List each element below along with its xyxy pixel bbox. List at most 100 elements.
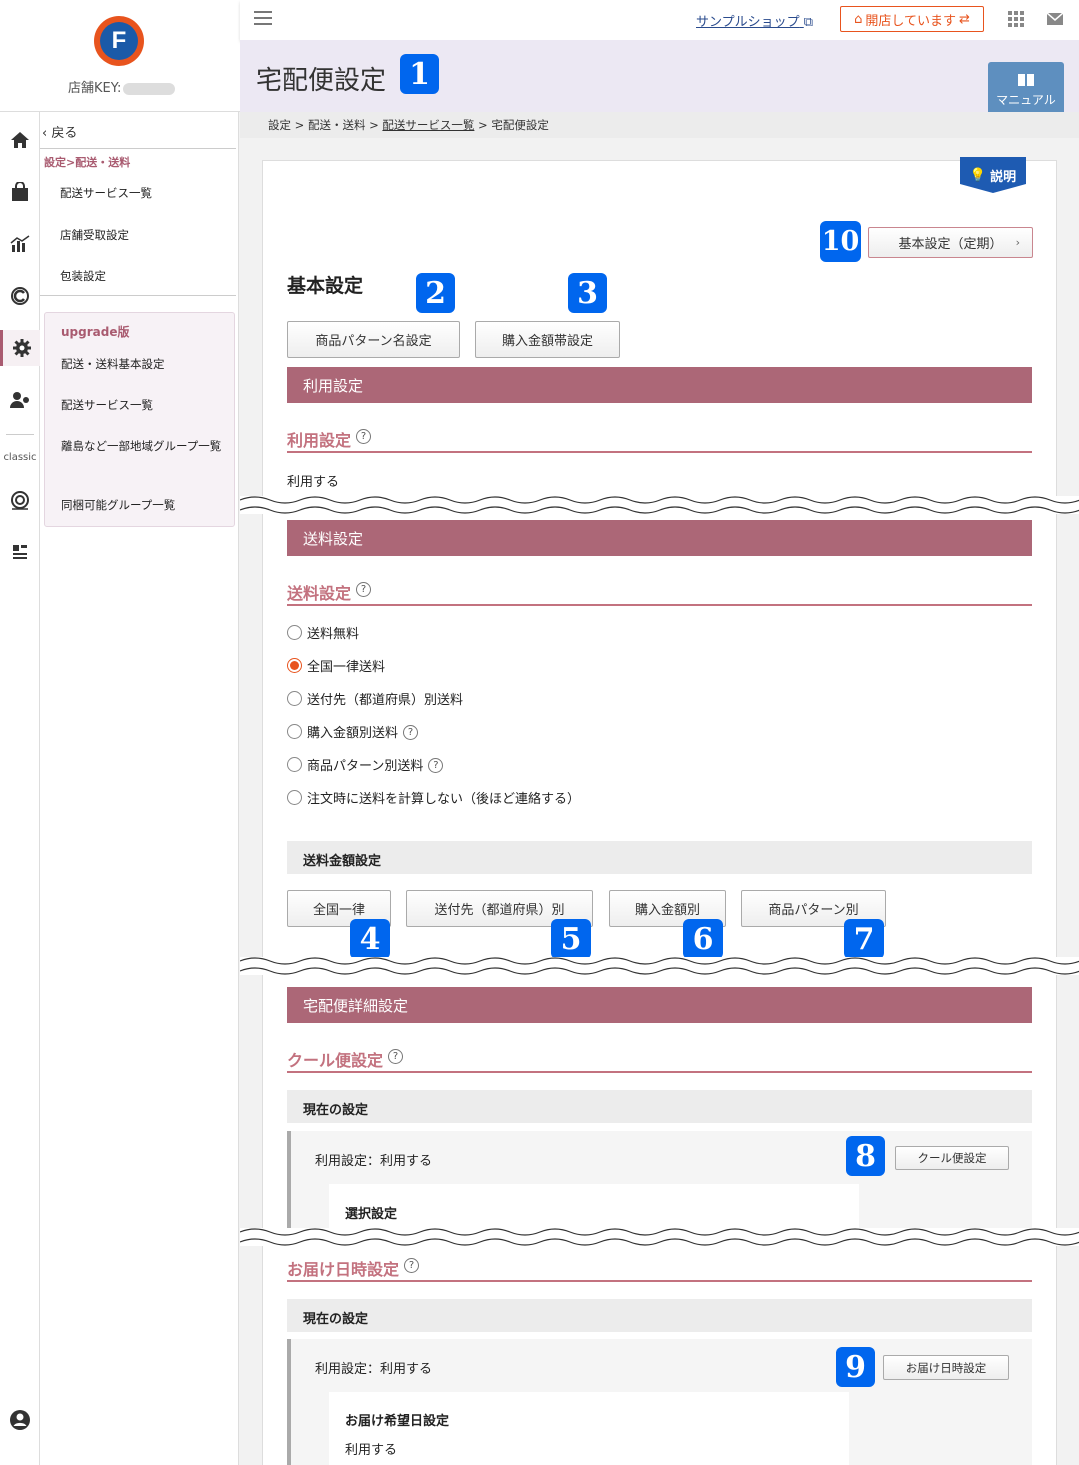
radio-circle[interactable]: [287, 757, 302, 772]
radio-circle[interactable]: [287, 625, 302, 640]
breadcrumb-shipping[interactable]: 配送・送料: [308, 118, 366, 132]
classic-label: classic: [3, 452, 37, 463]
upgrade-title: upgrade版: [61, 325, 130, 339]
apps-grid-icon[interactable]: [1008, 11, 1024, 31]
subnav-item-wrapping[interactable]: 包装設定: [60, 268, 106, 284]
icon-rail: classic: [0, 112, 40, 1465]
radio-circle[interactable]: [287, 790, 302, 805]
upgrade-item-service-list[interactable]: 配送サービス一覧: [61, 397, 229, 414]
shopping-bag-icon[interactable]: [0, 174, 40, 210]
settings-subnav: ‹ 戻る 設定>配送・送料 配送サービス一覧 店舗受取設定 包装設定 upgra…: [40, 112, 239, 1465]
store-key: 店舗KEY:: [68, 77, 176, 96]
brand-logo[interactable]: F: [94, 16, 144, 66]
home-icon[interactable]: [0, 122, 40, 158]
lightbulb-icon: 💡: [969, 167, 987, 183]
basic-settings-title: 基本設定: [287, 275, 364, 297]
radio-by-prefecture[interactable]: 送付先（都道府県）別送料: [287, 689, 463, 708]
callout-badge-9: 9: [836, 1347, 875, 1387]
radio-circle[interactable]: [287, 724, 302, 739]
chevron-left-icon: ‹: [42, 126, 48, 141]
page-header: 宅配便設定 1 マニュアル: [240, 40, 1079, 118]
cool-current-title: 現在の設定: [287, 1090, 1032, 1123]
classic-tools-icon[interactable]: [0, 534, 40, 570]
help-icon[interactable]: ?: [403, 725, 419, 740]
help-icon[interactable]: ?: [356, 429, 372, 444]
delivery-current-box: 利用設定：利用する 9 お届け日時設定 お届け希望日設定 利用する: [287, 1339, 1032, 1465]
analytics-icon[interactable]: [0, 226, 40, 262]
upgrade-item-basic[interactable]: 配送・送料基本設定: [61, 356, 229, 373]
subnav-item-store-pickup[interactable]: 店舗受取設定: [60, 227, 129, 243]
top-bar: サンプルショップ ⧉ ⌂ 開店しています ⇄: [240, 0, 1079, 40]
amount-band-button[interactable]: 購入金額帯設定: [475, 321, 620, 358]
upgrade-item-island-groups[interactable]: 離島など一部地域グループ一覧: [61, 438, 229, 455]
usage-subtitle: 利用設定?: [287, 427, 1032, 453]
external-link-icon: ⧉: [803, 15, 814, 30]
shipping-section-bar: 送料設定: [287, 520, 1032, 556]
page-title: 宅配便設定: [256, 66, 387, 96]
subnav-item-service-list[interactable]: 配送サービス一覧: [60, 185, 152, 201]
radio-no-calc[interactable]: 注文時に送料を計算しない（後ほど連絡する）: [287, 788, 580, 807]
help-icon[interactable]: ?: [404, 1258, 420, 1273]
book-icon: [1018, 73, 1034, 86]
hamburger-menu-icon[interactable]: [254, 10, 272, 30]
cool-subtitle: クール便設定?: [287, 1047, 1032, 1073]
mail-icon[interactable]: [1046, 12, 1064, 29]
delivery-usage: 利用設定：利用する: [315, 1362, 433, 1377]
usage-section-bar: 利用設定: [287, 367, 1032, 403]
coupon-icon[interactable]: [0, 278, 40, 314]
swap-icon: ⇄: [958, 11, 970, 27]
radio-flat-rate[interactable]: 全国一律送料: [287, 656, 385, 675]
classic-target-icon[interactable]: [0, 482, 40, 518]
breadcrumb: 設定 > 配送・送料 > 配送サービス一覧 > 宅配便設定: [240, 112, 1079, 138]
radio-free-shipping[interactable]: 送料無料: [287, 623, 359, 642]
basic-subscription-button[interactable]: 基本設定（定期） ›: [868, 227, 1033, 258]
delivery-date-title: お届け希望日設定: [345, 1414, 450, 1429]
usage-value: 利用する: [287, 475, 340, 490]
section-break-wave: [240, 957, 1079, 975]
detail-section-bar: 宅配便詳細設定: [287, 987, 1032, 1023]
help-icon[interactable]: ?: [428, 758, 444, 773]
radio-by-pattern[interactable]: 商品パターン別送料?: [287, 755, 444, 774]
section-break-wave: [240, 496, 1079, 514]
settings-card: 💡 説明 10 基本設定（定期） › 基本設定 2 3 商品パターン名設定 購入金額…: [262, 157, 1057, 1465]
settings-gear-icon[interactable]: [0, 330, 40, 366]
subnav-crumb: 設定>配送・送料: [44, 156, 131, 169]
delivery-current-title: 現在の設定: [287, 1299, 1032, 1332]
callout-badge-10: 10: [820, 221, 861, 262]
delivery-date-value: 利用する: [345, 1443, 398, 1458]
cool-settings-button[interactable]: クール便設定: [895, 1146, 1009, 1170]
store-header: F 店舗KEY:: [0, 0, 240, 112]
breadcrumb-service-list[interactable]: 配送サービス一覧: [382, 118, 474, 132]
help-icon[interactable]: ?: [356, 582, 372, 597]
radio-circle-selected[interactable]: [287, 658, 302, 673]
shipping-subtitle: 送料設定?: [287, 580, 1032, 606]
radio-by-amount[interactable]: 購入金額別送料?: [287, 722, 419, 741]
storefront-icon: ⌂: [854, 11, 863, 27]
store-open-toggle[interactable]: ⌂ 開店しています ⇄: [840, 6, 984, 32]
cool-select-title: 選択設定: [345, 1207, 398, 1222]
delivery-settings-button[interactable]: お届け日時設定: [883, 1355, 1009, 1380]
callout-badge-3: 3: [568, 273, 607, 313]
callout-badge-2: 2: [416, 273, 455, 313]
breadcrumb-current: 宅配便設定: [491, 118, 549, 132]
help-icon[interactable]: ?: [388, 1049, 404, 1064]
back-link[interactable]: ‹ 戻る: [42, 122, 77, 141]
pattern-name-button[interactable]: 商品パターン名設定: [287, 321, 460, 358]
section-break-wave: [240, 1228, 1079, 1246]
chevron-right-icon: ›: [1015, 236, 1020, 249]
cool-usage: 利用設定：利用する: [315, 1154, 433, 1169]
manual-button[interactable]: マニュアル: [988, 62, 1064, 118]
callout-badge-1: 1: [400, 54, 439, 94]
upgrade-menu: upgrade版 配送・送料基本設定 配送サービス一覧 離島など一部地域グループ…: [44, 312, 235, 527]
breadcrumb-settings[interactable]: 設定: [268, 118, 291, 132]
delivery-subtitle: お届け日時設定?: [287, 1256, 1032, 1282]
upgrade-item-bundle-groups[interactable]: 同梱可能グループ一覧: [61, 497, 229, 514]
sample-shop-link[interactable]: サンプルショップ ⧉: [696, 11, 813, 30]
cool-current-box: 利用設定：利用する 8 クール便設定 選択設定: [287, 1131, 1032, 1231]
callout-badge-8: 8: [846, 1136, 885, 1176]
account-icon[interactable]: [0, 1402, 40, 1438]
user-settings-icon[interactable]: [0, 382, 40, 418]
explain-button[interactable]: 💡 説明: [960, 157, 1026, 193]
radio-circle[interactable]: [287, 691, 302, 706]
delivery-date-box: お届け希望日設定 利用する: [329, 1392, 849, 1465]
